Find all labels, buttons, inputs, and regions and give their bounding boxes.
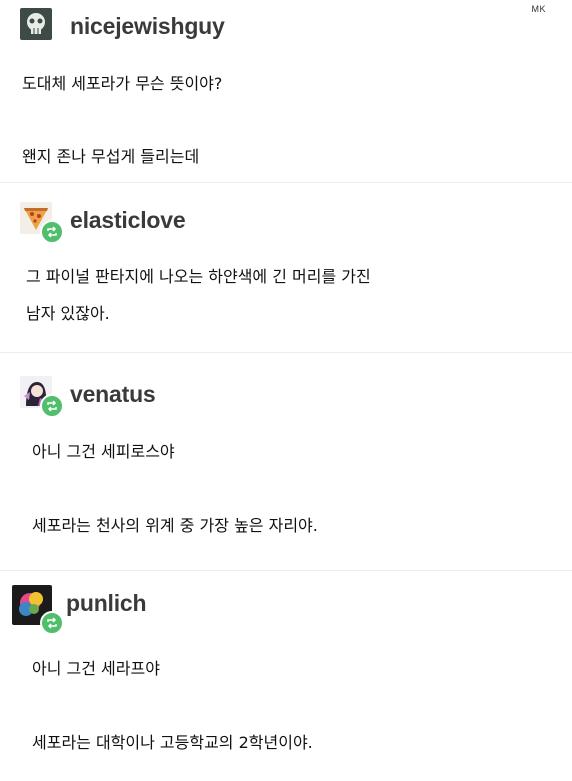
avatar[interactable] (20, 8, 60, 44)
reblog-icon (40, 220, 64, 244)
post-header: nicejewishguy (20, 6, 225, 46)
divider (0, 182, 572, 183)
skull-avatar-icon (20, 8, 52, 40)
avatar[interactable] (20, 376, 64, 418)
post-nicejewishguy: nicejewishguy 도대체 세포라가 무슨 뜻이야? 왠지 존나 무섭게… (0, 6, 572, 176)
post-header: elasticlove (20, 200, 186, 244)
divider (0, 570, 572, 571)
post-punlich: punlich 아니 그건 세라프야 세포라는 대학이나 고등학교의 2학년이야… (0, 583, 572, 781)
post-text-line: 세포라는 천사의 위계 중 가장 높은 자리야. (32, 516, 318, 535)
post-text-line: 그 파이널 판타지에 나오는 하얀색에 긴 머리를 가진 (26, 267, 371, 286)
post-venatus: venatus 아니 그건 세피로스야 세포라는 천사의 위계 중 가장 높은 … (0, 374, 572, 574)
avatar[interactable] (12, 585, 64, 635)
reblog-icon (40, 611, 64, 635)
post-text-line: 남자 있잖아. (26, 304, 110, 323)
post-elasticlove: elasticlove 그 파이널 판타지에 나오는 하얀색에 긴 머리를 가진… (0, 200, 572, 340)
divider (0, 352, 572, 353)
username[interactable]: elasticlove (70, 207, 186, 234)
post-text-line: 아니 그건 세피로스야 (32, 442, 175, 461)
post-header: punlich (12, 583, 147, 635)
post-text-line: 세포라는 대학이나 고등학교의 2학년이야. (32, 733, 313, 752)
post-text-line: 도대체 세포라가 무슨 뜻이야? (22, 74, 223, 93)
username[interactable]: nicejewishguy (70, 13, 225, 40)
username[interactable]: venatus (70, 381, 156, 408)
reblog-icon (40, 394, 64, 418)
post-text-line: 왠지 존나 무섭게 들리는데 (22, 147, 200, 166)
username[interactable]: punlich (66, 590, 147, 617)
post-header: venatus (20, 374, 156, 418)
avatar[interactable] (20, 202, 64, 244)
post-text-line: 아니 그건 세라프야 (32, 659, 160, 678)
